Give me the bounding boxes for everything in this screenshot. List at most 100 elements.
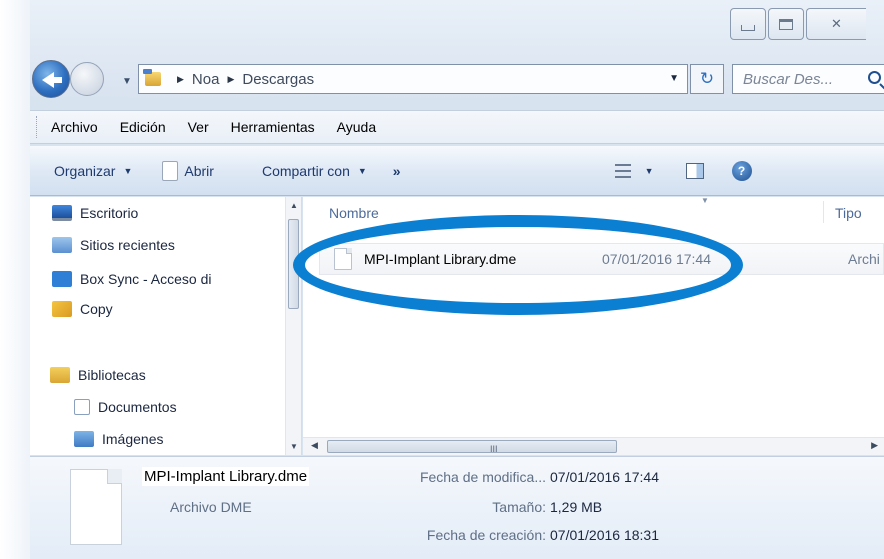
created-date-label: Fecha de creación: [426, 527, 546, 543]
breadcrumb-noa[interactable]: Noa [192, 71, 220, 88]
desktop-icon [52, 205, 72, 221]
open-button[interactable]: Abrir [162, 160, 214, 181]
preview-pane-button[interactable] [685, 162, 704, 179]
file-list: Nombre ▼ Tipo MPI-Implant Library.dme 07… [303, 197, 884, 455]
file-row[interactable]: MPI-Implant Library.dme 07/01/2016 17:44… [319, 243, 884, 275]
help-button[interactable]: ? [731, 160, 752, 181]
scrollbar-grip: III [490, 444, 498, 454]
explorer-window: ✕ ▼ ▶ Noa ▶ Descargas ▼ ↻ Buscar Des... … [0, 0, 884, 559]
menu-edicion[interactable]: Edición [120, 119, 166, 135]
column-header-type[interactable]: Tipo [835, 205, 862, 221]
view-options-button[interactable]: ▼ [614, 163, 654, 178]
menu-ver[interactable]: Ver [188, 119, 209, 135]
share-label: Compartir con [261, 162, 350, 179]
file-date: 07/01/2016 17:44 [602, 251, 711, 267]
recent-places-icon [52, 237, 72, 253]
close-icon: ✕ [831, 16, 842, 31]
maximize-button[interactable] [768, 8, 804, 40]
details-file-type: Archivo DME [170, 499, 252, 515]
window-left-edge [0, 0, 30, 559]
minimize-button[interactable] [730, 8, 766, 40]
documents-icon [74, 399, 90, 415]
menu-archivo[interactable]: Archivo [51, 119, 98, 135]
chevron-right-icon[interactable]: ▶ [227, 74, 234, 85]
search-placeholder: Buscar Des... [743, 70, 834, 88]
column-divider[interactable] [823, 201, 824, 223]
nav-item-escritorio[interactable]: Escritorio [52, 205, 138, 221]
file-type: Archi [848, 251, 880, 267]
folder-icon [143, 69, 161, 86]
nav-item-box-sync[interactable]: Box Sync - Acceso di [52, 271, 212, 287]
organize-button[interactable]: Organizar ▼ [54, 163, 132, 179]
search-input[interactable]: Buscar Des... [732, 64, 884, 94]
nav-item-documentos[interactable]: Documentos [74, 399, 177, 415]
navigation-scrollbar[interactable]: ▲ ▼ [285, 197, 301, 455]
file-icon [334, 248, 352, 270]
menu-bar: Archivo Edición Ver Herramientas Ayuda [30, 110, 884, 144]
address-dropdown-icon[interactable]: ▼ [669, 73, 679, 84]
maximize-icon [779, 18, 793, 30]
refresh-icon: ↻ [699, 69, 715, 88]
document-icon [162, 160, 179, 181]
nav-item-label: Copy [80, 301, 113, 317]
navigation-pane: Escritorio Sitios recientes Box Sync - A… [30, 197, 302, 455]
menu-herramientas[interactable]: Herramientas [231, 119, 315, 135]
scroll-up-icon[interactable]: ▲ [290, 201, 298, 210]
more-commands-button[interactable]: » [393, 163, 401, 179]
menu-grip [36, 116, 39, 138]
scrollbar-thumb[interactable] [288, 219, 299, 309]
nav-item-label: Sitios recientes [80, 237, 175, 253]
scroll-down-icon[interactable]: ▼ [290, 442, 298, 451]
address-bar[interactable]: ▶ Noa ▶ Descargas ▼ [138, 64, 688, 94]
nav-item-label: Documentos [98, 399, 177, 415]
command-bar: Organizar ▼ Abrir Compartir con ▼ » ▼ ? [30, 146, 884, 196]
chevron-down-icon: ▼ [357, 165, 367, 176]
nav-item-copy[interactable]: Copy [52, 301, 113, 317]
box-sync-icon [52, 271, 72, 287]
file-preview-icon [70, 469, 122, 545]
pictures-icon [74, 431, 94, 447]
created-date-value: 07/01/2016 18:31 [550, 527, 659, 543]
nav-item-sitios-recientes[interactable]: Sitios recientes [52, 237, 175, 253]
breadcrumb-descargas[interactable]: Descargas [242, 71, 314, 88]
search-icon[interactable] [868, 71, 881, 84]
recent-pages-dropdown[interactable]: ▼ [122, 76, 132, 87]
modified-date-label: Fecha de modifica... [419, 469, 546, 485]
details-file-name: MPI-Implant Library.dme [142, 467, 310, 486]
size-value: 1,29 MB [550, 499, 603, 515]
nav-item-label: Escritorio [80, 205, 139, 221]
chevron-down-icon: ▼ [644, 165, 654, 176]
organize-label: Organizar [54, 162, 116, 179]
nav-item-label: Box Sync - Acceso di [80, 271, 212, 287]
size-label: Tamaño: [492, 499, 546, 515]
chevron-right-icon[interactable]: ▶ [177, 74, 184, 85]
back-button[interactable] [32, 60, 70, 98]
nav-item-bibliotecas[interactable]: Bibliotecas [50, 367, 146, 383]
nav-item-imagenes[interactable]: Imágenes [74, 431, 163, 447]
file-name: MPI-Implant Library.dme [364, 251, 517, 267]
view-list-icon [614, 163, 631, 178]
preview-pane-icon [685, 162, 704, 179]
open-label: Abrir [184, 162, 214, 179]
close-button[interactable]: ✕ [806, 8, 866, 40]
scrollbar-thumb[interactable]: III [327, 440, 617, 454]
column-header-name[interactable]: Nombre [329, 205, 379, 221]
scroll-right-icon[interactable]: ▶ [871, 440, 878, 451]
nav-item-label: Bibliotecas [78, 367, 146, 383]
chevron-down-icon: ▼ [123, 165, 133, 176]
horizontal-scrollbar[interactable]: ◀ III ▶ [303, 437, 884, 455]
menu-ayuda[interactable]: Ayuda [337, 119, 376, 135]
modified-date-value: 07/01/2016 17:44 [550, 469, 659, 485]
forward-button[interactable] [70, 62, 104, 96]
nav-item-label: Imágenes [102, 431, 164, 447]
scroll-left-icon[interactable]: ◀ [311, 440, 318, 451]
sort-arrow-icon: ▼ [701, 197, 709, 205]
details-pane: MPI-Implant Library.dme Archivo DME Fech… [30, 456, 884, 559]
copy-folder-icon [52, 301, 72, 317]
share-button[interactable]: Compartir con ▼ [262, 163, 367, 179]
column-header-row: Nombre ▼ Tipo [303, 197, 884, 227]
address-row: ▼ ▶ Noa ▶ Descargas ▼ ↻ Buscar Des... [30, 58, 884, 102]
refresh-button[interactable]: ↻ [690, 64, 724, 94]
libraries-icon [50, 367, 70, 383]
help-icon: ? [731, 160, 752, 181]
